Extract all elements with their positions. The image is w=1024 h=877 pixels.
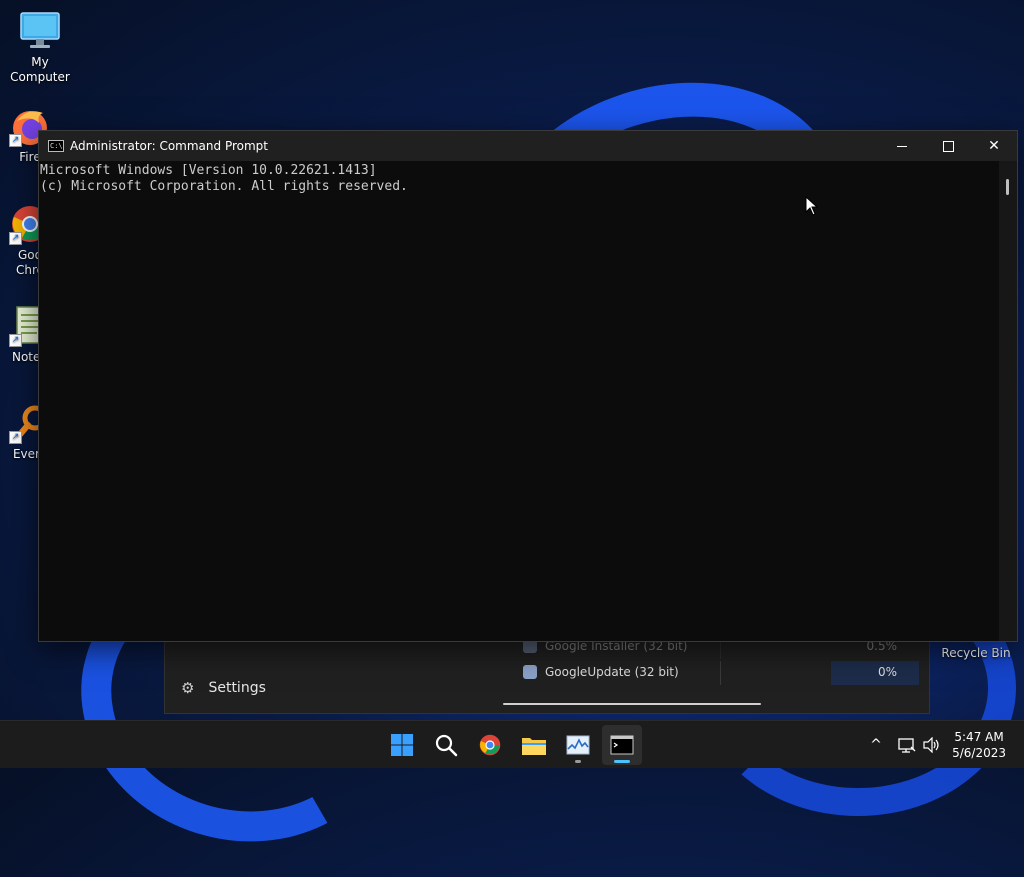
running-indicator bbox=[575, 760, 581, 763]
process-row[interactable]: GoogleUpdate (32 bit) 0% bbox=[485, 661, 919, 685]
shortcut-arrow-icon: ↗ bbox=[9, 334, 22, 347]
horizontal-scrollbar[interactable] bbox=[503, 703, 761, 705]
file-explorer-icon bbox=[522, 738, 546, 755]
network-icon bbox=[898, 738, 916, 753]
chrome-icon bbox=[479, 734, 501, 756]
process-icon bbox=[523, 665, 537, 679]
console-output[interactable]: Microsoft Windows [Version 10.0.22621.14… bbox=[39, 161, 999, 641]
taskbar: ^ 5:47 AM 5/6/2023 bbox=[0, 720, 1024, 768]
start-button[interactable] bbox=[382, 725, 422, 765]
cpu-cell-highlight bbox=[831, 661, 919, 685]
shortcut-arrow-icon: ↗ bbox=[9, 232, 22, 245]
process-cpu: 0% bbox=[877, 665, 897, 679]
console-line: Microsoft Windows [Version 10.0.22621.14… bbox=[40, 163, 377, 178]
desktop-icon-my-computer[interactable]: My Computer bbox=[0, 10, 80, 85]
taskbar-chrome-button[interactable] bbox=[470, 725, 510, 765]
taskbar-task-manager-button[interactable] bbox=[558, 725, 598, 765]
maximize-button[interactable] bbox=[925, 131, 971, 161]
command-prompt-window[interactable]: C:\ Administrator: Command Prompt ✕ Micr… bbox=[38, 130, 1018, 642]
search-button[interactable] bbox=[426, 725, 466, 765]
close-icon: ✕ bbox=[988, 138, 1000, 154]
scrollbar-thumb[interactable] bbox=[1006, 179, 1009, 195]
start-icon bbox=[391, 734, 413, 756]
taskbar-command-prompt-button[interactable] bbox=[602, 725, 642, 765]
clock-time: 5:47 AM bbox=[954, 730, 1004, 744]
show-hidden-icons-button[interactable]: ^ bbox=[862, 721, 890, 769]
clock-date: 5/6/2023 bbox=[952, 746, 1006, 760]
minimize-button[interactable] bbox=[879, 131, 925, 161]
active-indicator bbox=[614, 760, 630, 763]
task-manager-icon bbox=[566, 735, 590, 755]
task-manager-window[interactable]: Google Installer (32 bit) 0.5% GoogleUpd… bbox=[164, 632, 930, 714]
network-status-button[interactable] bbox=[894, 721, 920, 769]
chevron-up-icon: ^ bbox=[870, 737, 882, 753]
clock[interactable]: 5:47 AM 5/6/2023 bbox=[952, 729, 1006, 761]
window-title: Administrator: Command Prompt bbox=[70, 139, 268, 153]
shortcut-arrow-icon: ↗ bbox=[9, 431, 22, 444]
command-prompt-icon bbox=[610, 735, 634, 755]
taskbar-file-explorer-button[interactable] bbox=[514, 725, 554, 765]
console-line: (c) Microsoft Corporation. All rights re… bbox=[40, 179, 408, 194]
desktop-icon-recycle-bin[interactable]: Recycle Bin bbox=[938, 646, 1014, 660]
settings-label: Settings bbox=[208, 680, 266, 696]
column-divider bbox=[720, 661, 721, 685]
vertical-scrollbar[interactable] bbox=[999, 161, 1017, 641]
gear-icon: ⚙ bbox=[181, 679, 195, 697]
desktop-icon-label: Recycle Bin bbox=[941, 646, 1011, 660]
volume-button[interactable] bbox=[920, 721, 944, 769]
close-button[interactable]: ✕ bbox=[971, 131, 1017, 161]
shortcut-arrow-icon: ↗ bbox=[9, 134, 22, 147]
process-name: GoogleUpdate (32 bit) bbox=[545, 665, 679, 679]
desktop-icon-label: My Computer bbox=[10, 55, 70, 84]
search-icon bbox=[435, 734, 458, 757]
command-prompt-icon: C:\ bbox=[48, 140, 64, 152]
computer-icon bbox=[19, 10, 61, 52]
speaker-icon bbox=[923, 737, 939, 753]
settings-nav-item[interactable]: ⚙ Settings bbox=[181, 679, 266, 697]
title-bar[interactable]: C:\ Administrator: Command Prompt ✕ bbox=[39, 131, 1017, 161]
